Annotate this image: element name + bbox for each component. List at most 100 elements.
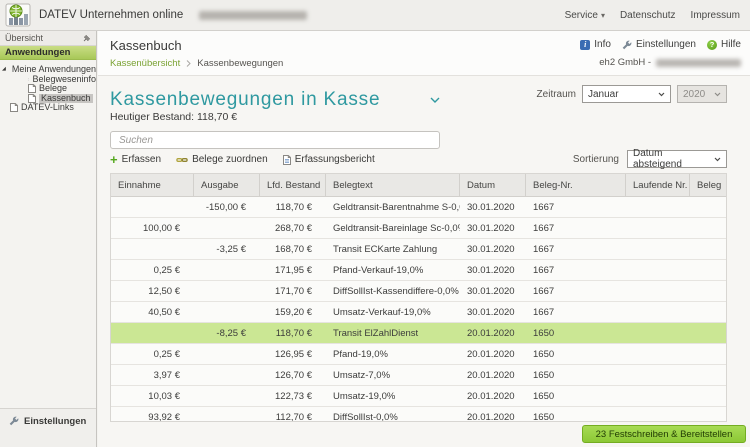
cell-ausgabe: -8,25 €: [194, 323, 260, 343]
year-select[interactable]: 2020: [677, 85, 727, 103]
cell-datum: 20.01.2020: [460, 386, 526, 406]
sort-select[interactable]: Datum absteigend: [627, 150, 727, 168]
cell-einnahme: 3,97 €: [111, 365, 194, 385]
cell-laufende-nr: [626, 365, 690, 385]
cell-beleg-nr: 1650: [526, 386, 626, 406]
tree-item-label: DATEV-Links: [21, 103, 74, 113]
cell-beleg-nr: 1650: [526, 323, 626, 343]
chevron-down-icon: [658, 92, 665, 97]
einstellungen-label: Einstellungen: [636, 39, 696, 50]
page-header: Kassenbuch i Info Einstellungen ? Hilfe: [98, 31, 750, 76]
table-row[interactable]: 93,92 € 112,70 € DiffSollIst-0,0% 20.01.…: [111, 407, 726, 422]
erfassen-button[interactable]: + Erfassen: [110, 154, 161, 165]
pin-icon[interactable]: [83, 34, 91, 42]
sidebar-einstellungen[interactable]: Einstellungen: [0, 408, 96, 447]
cell-ausgabe: -3,25 €: [194, 239, 260, 259]
service-caret-icon: ▾: [601, 11, 605, 20]
cell-einnahme: 0,25 €: [111, 344, 194, 364]
cell-ausgabe: -150,00 €: [194, 197, 260, 217]
festschreiben-bereitstellen-button[interactable]: 23 Festschreiben & Bereitstellen: [582, 425, 746, 443]
service-menu[interactable]: Service ▾: [565, 10, 605, 21]
cell-lfd-bestand: 159,20 €: [260, 302, 326, 322]
sidebar-section-label: Anwendungen: [5, 47, 70, 58]
table-row[interactable]: 0,25 € 171,95 € Pfand-Verkauf-19,0% 30.0…: [111, 260, 726, 281]
column-header-beleg-nr: Beleg-Nr.: [526, 174, 626, 196]
current-balance: Heutiger Bestand: 118,70 €: [110, 111, 237, 123]
column-header-beleg: Beleg: [690, 174, 726, 196]
cell-laufende-nr: [626, 344, 690, 364]
breadcrumb-kassenbewegungen: Kassenbewegungen: [197, 58, 283, 69]
report-document-icon: [283, 155, 291, 165]
cell-laufende-nr: [626, 260, 690, 280]
cell-belegtext: Transit ElZahlDienst: [326, 323, 460, 343]
cell-lfd-bestand: 171,95 €: [260, 260, 326, 280]
cell-beleg-nr: 1650: [526, 344, 626, 364]
content-area: Kassenbewegungen in Kasse Zeitraum Janua…: [98, 77, 750, 447]
belege-zuordnen-button[interactable]: Belege zuordnen: [176, 154, 268, 165]
einstellungen-link[interactable]: Einstellungen: [622, 39, 696, 50]
info-link[interactable]: i Info: [580, 39, 611, 50]
column-header-belegtext: Belegtext: [326, 174, 460, 196]
cell-datum: 20.01.2020: [460, 365, 526, 385]
zeitraum-label: Zeitraum: [537, 89, 576, 100]
info-icon: i: [580, 40, 590, 50]
cell-belegtext: DiffSollIst-0,0%: [326, 407, 460, 422]
cell-beleg: [690, 323, 726, 343]
cell-ausgabe: [194, 260, 260, 280]
company-info: eh2 GmbH -: [599, 57, 741, 68]
erfassungsbericht-button[interactable]: Erfassungsbericht: [283, 154, 375, 165]
cell-einnahme: 0,25 €: [111, 260, 194, 280]
breadcrumb-kassenuebersicht[interactable]: Kassenübersicht: [110, 58, 180, 69]
cell-belegtext: DiffSollIst-Kassendiffere-0,0%: [326, 281, 460, 301]
erfassungsbericht-label: Erfassungsbericht: [295, 154, 375, 165]
cell-belegtext: Geldtransit-Bareinlage Sc-0,0%: [326, 218, 460, 238]
table-row[interactable]: 40,50 € 159,20 € Umsatz-Verkauf-19,0% 30…: [111, 302, 726, 323]
redacted-company-number: [656, 59, 741, 67]
table-row[interactable]: 100,00 € 268,70 € Geldtransit-Bareinlage…: [111, 218, 726, 239]
tree-expander-icon[interactable]: ◢: [2, 65, 6, 75]
heading-chevron-down-icon[interactable]: [430, 97, 440, 104]
cell-datum: 30.01.2020: [460, 239, 526, 259]
application-tree: ◢ Meine Anwendungen Belegweseninfo Beleg…: [0, 65, 96, 113]
app-window: DATEV Unternehmen online Service ▾ Daten…: [0, 0, 750, 447]
column-header-ausgabe: Ausgabe: [194, 174, 260, 196]
table-row[interactable]: -150,00 € 118,70 € Geldtransit-Barentnah…: [111, 197, 726, 218]
month-select[interactable]: Januar: [582, 85, 671, 103]
kassenbewegungen-table: Einnahme Ausgabe Lfd. Bestand Belegtext …: [110, 173, 727, 422]
cell-laufende-nr: [626, 281, 690, 301]
search-input[interactable]: [110, 131, 440, 149]
table-row[interactable]: 3,97 € 126,70 € Umsatz-7,0% 20.01.2020 1…: [111, 365, 726, 386]
table-row[interactable]: 10,03 € 122,73 € Umsatz-19,0% 20.01.2020…: [111, 386, 726, 407]
tree-item-datev-links[interactable]: DATEV-Links: [0, 103, 96, 113]
erfassen-label: Erfassen: [122, 154, 161, 165]
page-icon: [28, 75, 29, 84]
column-header-laufende-nr: Laufende Nr.: [626, 174, 690, 196]
link-icon: [176, 156, 188, 164]
hilfe-link[interactable]: ? Hilfe: [707, 39, 741, 50]
datenschutz-link[interactable]: Datenschutz: [620, 10, 676, 21]
cell-beleg: [690, 407, 726, 422]
table-row[interactable]: -8,25 € 118,70 € Transit ElZahlDienst 20…: [111, 323, 726, 344]
table-row[interactable]: 12,50 € 171,70 € DiffSollIst-Kassendiffe…: [111, 281, 726, 302]
cell-beleg: [690, 281, 726, 301]
page-icon: [28, 84, 36, 93]
cell-beleg-nr: 1650: [526, 365, 626, 385]
column-header-datum: Datum: [460, 174, 526, 196]
help-icon: ?: [707, 40, 717, 50]
content-heading: Kassenbewegungen in Kasse: [110, 89, 380, 111]
cell-laufende-nr: [626, 323, 690, 343]
table-header-row: Einnahme Ausgabe Lfd. Bestand Belegtext …: [111, 174, 726, 197]
cell-datum: 30.01.2020: [460, 260, 526, 280]
cell-ausgabe: [194, 302, 260, 322]
cell-beleg: [690, 218, 726, 238]
column-header-lfd-bestand: Lfd. Bestand: [260, 174, 326, 196]
table-row[interactable]: -3,25 € 168,70 € Transit ECKarte Zahlung…: [111, 239, 726, 260]
cell-beleg-nr: 1667: [526, 302, 626, 322]
chevron-down-icon: [714, 92, 721, 97]
impressum-link[interactable]: Impressum: [691, 10, 740, 21]
table-row[interactable]: 0,25 € 126,95 € Pfand-19,0% 20.01.2020 1…: [111, 344, 726, 365]
cell-beleg-nr: 1667: [526, 239, 626, 259]
sidebar-section-anwendungen[interactable]: Anwendungen: [0, 46, 96, 60]
chevron-right-icon: [186, 60, 191, 67]
sidebar-panel-header: Übersicht: [0, 31, 96, 46]
